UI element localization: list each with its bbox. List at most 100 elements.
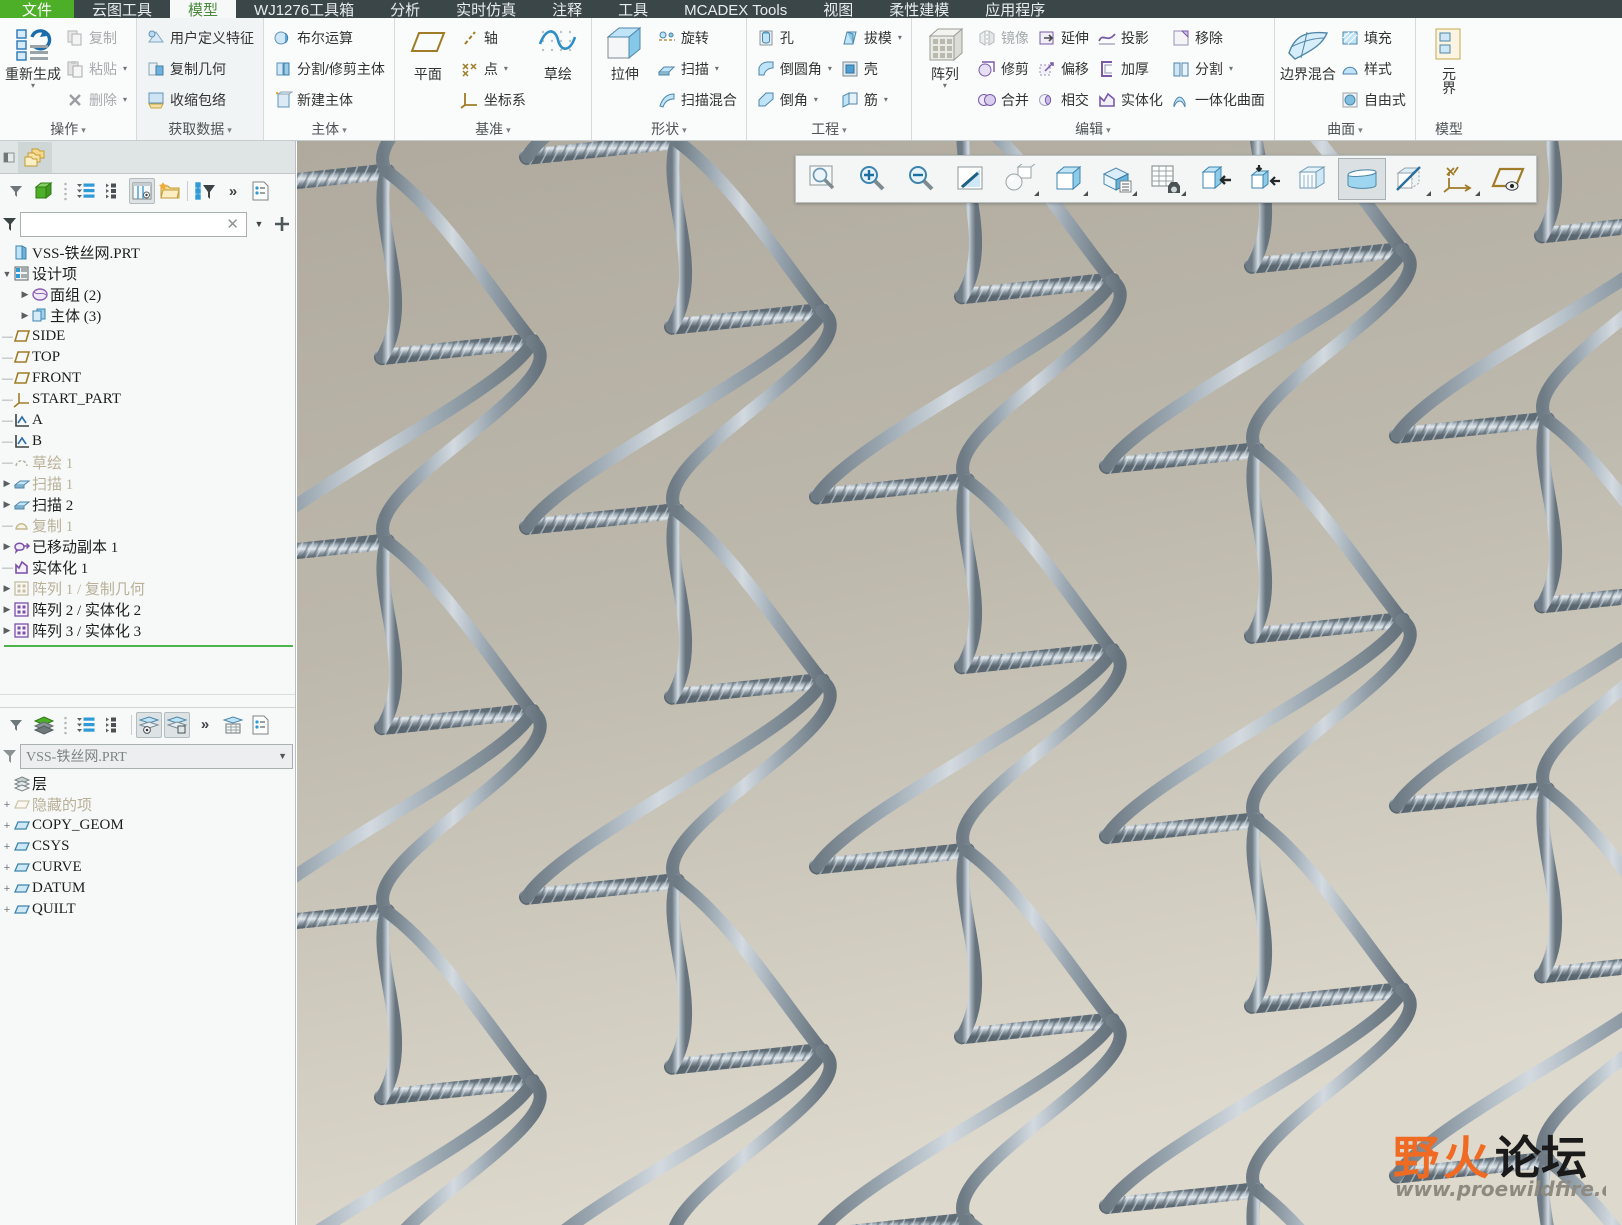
model-tree-row[interactable]: — START_PART bbox=[2, 389, 295, 410]
datum-filters-corner-icon[interactable] bbox=[1475, 191, 1480, 196]
model-tree-row[interactable]: — 复制 1 bbox=[2, 515, 295, 536]
layer-cube-icon[interactable] bbox=[164, 711, 190, 738]
plane-display-icon[interactable] bbox=[1485, 158, 1533, 200]
layer-tree-row[interactable]: + CURVE bbox=[2, 857, 295, 878]
tree-expand-arrow[interactable]: ▶ bbox=[2, 604, 12, 615]
fill-button[interactable]: 填充 bbox=[1336, 22, 1410, 53]
editing-group-label[interactable]: 编辑 ▾ bbox=[917, 118, 1269, 140]
panel-splitter[interactable] bbox=[0, 694, 295, 707]
rib-button[interactable]: 筋 ▾ bbox=[836, 84, 906, 115]
green-cube-icon[interactable] bbox=[31, 178, 57, 204]
tree-expand-arrow[interactable]: ▶ bbox=[2, 541, 12, 552]
layer-collapse-list-icon[interactable] bbox=[101, 712, 127, 738]
regenerate-caret-icon[interactable]: ▾ bbox=[31, 82, 35, 90]
chamfer-caret-icon[interactable]: ▾ bbox=[814, 95, 818, 104]
boundary-blend-button[interactable]: 边界混合 bbox=[1280, 22, 1336, 82]
datum-axis-button[interactable]: 轴 bbox=[456, 22, 530, 53]
hidden-line-icon[interactable] bbox=[1387, 158, 1435, 200]
grip-dots-icon[interactable] bbox=[59, 178, 71, 204]
chamfer-button[interactable]: 倒角 ▾ bbox=[752, 84, 836, 115]
left-panel-nav-tabs[interactable] bbox=[0, 141, 295, 174]
model-intent-button[interactable]: 元界 bbox=[1421, 22, 1477, 96]
round-button[interactable]: 倒圆角 ▾ bbox=[752, 53, 836, 84]
model-intent-group-label[interactable]: 模型 bbox=[1421, 118, 1477, 140]
ribbon-tab-7[interactable]: 工具 bbox=[600, 0, 666, 18]
model-tree-row[interactable]: ▶ 阵列 3 / 实体化 3 bbox=[2, 620, 295, 641]
model-tree-row[interactable]: ▶ 阵列 2 / 实体化 2 bbox=[2, 599, 295, 620]
split-body-button[interactable]: 分割/修剪主体 bbox=[269, 53, 389, 84]
mirror-button[interactable]: 镜像 bbox=[973, 22, 1033, 53]
ribbon-tab-6[interactable]: 注释 bbox=[534, 0, 600, 18]
tree-expand-arrow[interactable]: ▶ bbox=[2, 478, 12, 489]
operations-group-label[interactable]: 操作 ▾ bbox=[5, 118, 131, 140]
chevron-double-right-icon[interactable]: » bbox=[220, 178, 246, 204]
ribbon-tab-bar[interactable]: 文件 云图工具 模型 WJ1276工具箱 分析 实时仿真 注释 工具 MCADEX Tools 视… bbox=[0, 0, 1622, 18]
layer-expand-plus[interactable]: + bbox=[2, 883, 12, 895]
intersect-button[interactable]: 相交 bbox=[1033, 84, 1093, 115]
layer-tree-row[interactable]: + 隐藏的项 bbox=[2, 794, 295, 815]
perspective-view-icon[interactable] bbox=[995, 158, 1043, 200]
solidify-button[interactable]: 实体化 bbox=[1093, 84, 1167, 115]
zoom-to-fit-icon[interactable] bbox=[799, 158, 847, 200]
shell-button[interactable]: 壳 bbox=[836, 53, 906, 84]
get-data-group-label[interactable]: 获取数据 ▾ bbox=[142, 118, 258, 140]
freestyle-button[interactable]: 自由式 bbox=[1336, 84, 1410, 115]
layer-tree-row[interactable]: + QUILT bbox=[2, 899, 295, 920]
merge-button[interactable]: 合并 bbox=[973, 84, 1033, 115]
layer-chevron-double-right-icon[interactable]: » bbox=[192, 712, 218, 738]
model-tree-row[interactable]: — 草绘 1 bbox=[2, 452, 295, 473]
model-tree-tab[interactable] bbox=[18, 142, 52, 173]
new-folder-icon[interactable] bbox=[157, 178, 183, 204]
sweep-button[interactable]: 扫描 ▾ bbox=[653, 53, 741, 84]
revolve-button[interactable]: 旋转 bbox=[653, 22, 741, 53]
style-button[interactable]: 样式 bbox=[1336, 53, 1410, 84]
layer-expand-plus[interactable]: + bbox=[2, 904, 12, 916]
unified-surface-button[interactable]: 一体化曲面 bbox=[1167, 84, 1269, 115]
model-tree-row[interactable]: — A bbox=[2, 410, 295, 431]
trim-button[interactable]: 修剪 bbox=[973, 53, 1033, 84]
engineering-group-label[interactable]: 工程 ▾ bbox=[752, 118, 906, 140]
model-tree-row[interactable]: ▶ 扫描 1 bbox=[2, 473, 295, 494]
zoom-out-icon[interactable] bbox=[897, 158, 945, 200]
repaint-icon[interactable] bbox=[946, 158, 994, 200]
view-front-icon[interactable] bbox=[1240, 158, 1288, 200]
ribbon-tab-1[interactable]: 云图工具 bbox=[74, 0, 170, 18]
ribbon-tab-11[interactable]: 应用程序 bbox=[967, 0, 1063, 18]
draft-button[interactable]: 拔模 ▾ bbox=[836, 22, 906, 53]
ribbon-tab-0[interactable]: 文件 bbox=[0, 0, 75, 18]
ribbon-tab-8[interactable]: MCADEX Tools bbox=[666, 0, 805, 18]
3d-viewport[interactable]: 野 火 论坛 www.proewildfire.cn bbox=[297, 141, 1622, 1225]
model-tree-row[interactable]: ▶ 已移动副本 1 bbox=[2, 536, 295, 557]
pattern-caret-icon[interactable]: ▾ bbox=[943, 82, 947, 90]
project-button[interactable]: 投影 bbox=[1093, 22, 1167, 53]
tree-expand-arrow[interactable]: ▶ bbox=[20, 310, 30, 321]
saved-orientations-icon[interactable] bbox=[1044, 158, 1092, 200]
remove-button[interactable]: 移除 bbox=[1167, 22, 1269, 53]
appearance-gallery-icon[interactable] bbox=[1142, 158, 1190, 200]
expand-list-icon[interactable] bbox=[73, 178, 99, 204]
boolean-button[interactable]: 布尔运算 bbox=[269, 22, 389, 53]
plus-icon[interactable] bbox=[271, 211, 293, 237]
layer-expand-plus[interactable]: + bbox=[2, 862, 12, 874]
rib-caret-icon[interactable]: ▾ bbox=[884, 95, 888, 104]
divide-button[interactable]: 分割 ▾ bbox=[1167, 53, 1269, 84]
round-caret-icon[interactable]: ▾ bbox=[828, 64, 832, 73]
tree-search-input[interactable] bbox=[25, 215, 224, 233]
model-tree-row[interactable]: VSS-铁丝网.PRT bbox=[2, 242, 295, 263]
copy-button[interactable]: 复制 bbox=[61, 22, 131, 53]
divide-caret-icon[interactable]: ▾ bbox=[1229, 64, 1233, 73]
draft-caret-icon[interactable]: ▾ bbox=[898, 33, 902, 42]
layer-grip-dots-icon[interactable] bbox=[59, 712, 71, 738]
layer-selector-icon[interactable] bbox=[2, 743, 18, 769]
layer-expand-plus[interactable]: + bbox=[2, 820, 12, 832]
pattern-button[interactable]: 阵列 ▾ bbox=[917, 22, 973, 91]
layer-tree-row[interactable]: + DATUM bbox=[2, 878, 295, 899]
delete-button[interactable]: 删除 ▾ bbox=[61, 84, 131, 115]
tree-expand-arrow[interactable]: ▶ bbox=[2, 625, 12, 636]
extend-button[interactable]: 延伸 bbox=[1033, 22, 1093, 53]
datum-group-label[interactable]: 基准 ▾ bbox=[400, 118, 586, 140]
layer-eye-icon[interactable] bbox=[136, 711, 162, 738]
layer-settings-doc-icon[interactable] bbox=[248, 712, 274, 738]
model-tree-row[interactable]: ▶ 面组 (2) bbox=[2, 284, 295, 305]
shrinkwrap-button[interactable]: 收缩包络 bbox=[142, 84, 258, 115]
